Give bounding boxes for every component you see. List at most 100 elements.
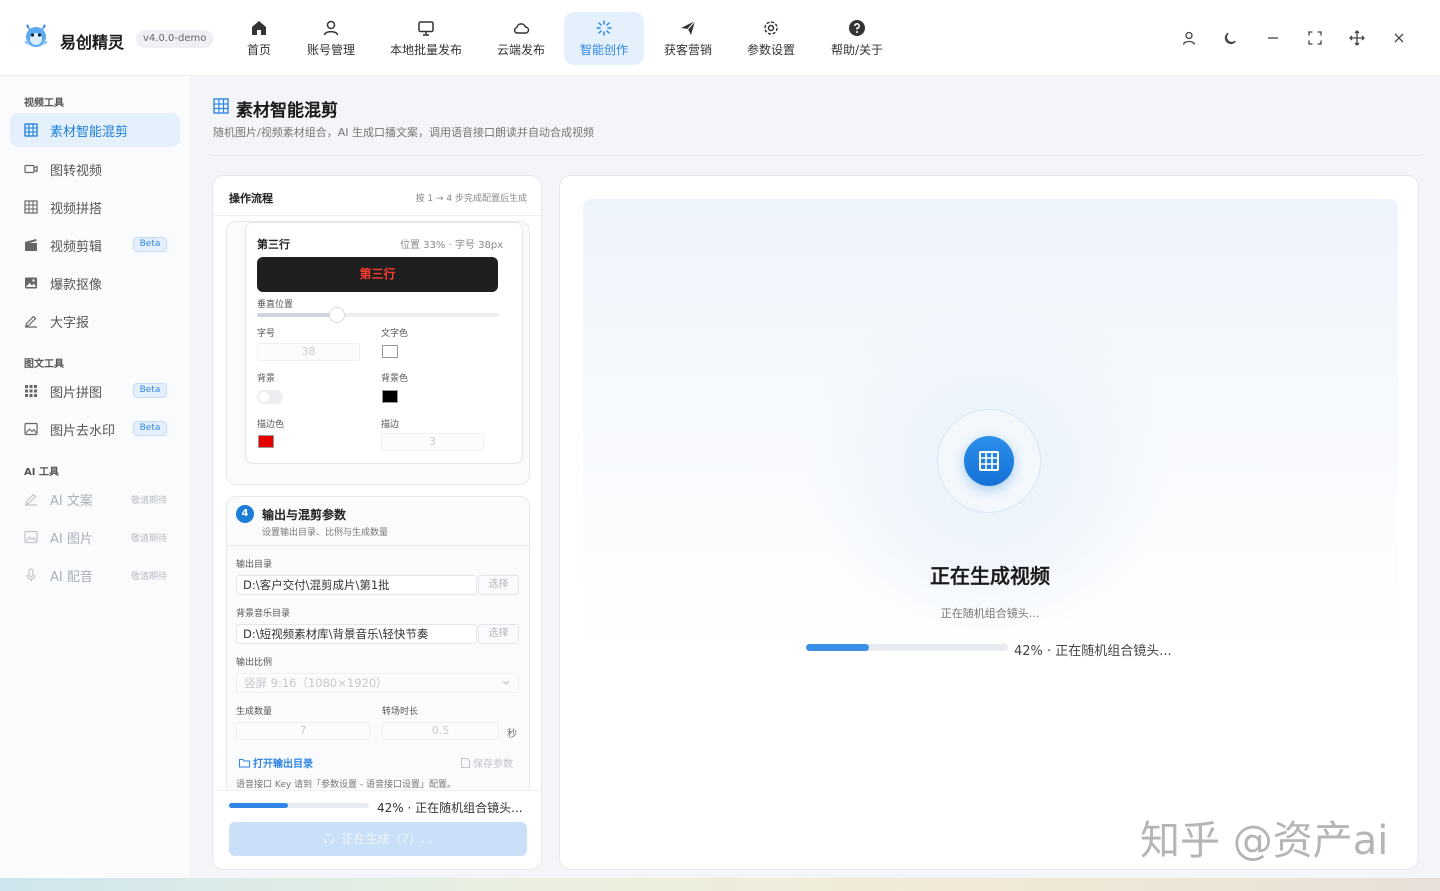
stroke-label: 描边	[381, 420, 400, 430]
folder-icon	[239, 758, 250, 768]
transition-label: 转场时长	[382, 707, 419, 717]
vpos-slider-handle[interactable]	[329, 307, 345, 323]
page-subtitle: 随机图片/视频素材组合，AI 生成口播文案，调用语音接口朗读并自动合成视频	[213, 126, 594, 139]
coming-soon-label: 敬请期待	[131, 572, 168, 582]
sparkle-icon	[595, 19, 613, 41]
open-output-dir-link[interactable]: 打开输出目录	[239, 755, 313, 770]
nav-cloud-publish[interactable]: 云端发布	[490, 12, 552, 65]
sidebar-item-ai-voice: AI 配音 敬请期待	[10, 558, 180, 592]
generating-status: 正在随机组合镜头...	[940, 607, 1040, 620]
output-dir-pick-button[interactable]: 选择	[478, 575, 519, 595]
sidebar-item-big-poster[interactable]: 大字报	[10, 304, 180, 338]
flow-hint: 按 1 → 4 步完成配置后生成	[415, 194, 527, 204]
nav-settings[interactable]: 参数设置	[738, 12, 804, 65]
save-params-button[interactable]: 保存参数	[461, 755, 513, 770]
minimize-icon[interactable]	[1252, 26, 1294, 50]
nav-label: 帮助/关于	[830, 43, 884, 57]
count-label: 生成数量	[236, 707, 273, 717]
gear-icon	[762, 19, 780, 41]
flow-progress-text: 42% · 正在随机组合镜头...	[377, 801, 523, 815]
stroke-width-input[interactable]: 3	[381, 433, 484, 451]
nav-home[interactable]: 首页	[228, 12, 290, 65]
music-dir-pick-button[interactable]: 选择	[478, 624, 519, 644]
nav-label: 参数设置	[746, 43, 795, 57]
generate-button[interactable]: 正在生成（7）...	[229, 822, 527, 856]
sidebar-item-label: AI 文案	[50, 493, 93, 509]
clapper-icon	[24, 238, 38, 252]
sidebar-item-label: 图片去水印	[50, 423, 116, 439]
text-color-swatch[interactable]	[382, 345, 398, 358]
moon-icon[interactable]	[1210, 26, 1252, 50]
app-logo-icon	[20, 20, 52, 52]
nav-marketing[interactable]: 获客营销	[657, 12, 719, 65]
nav-local-publish[interactable]: 本地批量发布	[380, 12, 472, 65]
step4-card	[226, 496, 530, 796]
bg-color-label: 背景色	[381, 374, 409, 384]
vpos-label: 垂直位置	[257, 300, 294, 310]
fullscreen-icon[interactable]	[1294, 26, 1336, 50]
stroke-color-swatch[interactable]	[258, 435, 274, 448]
output-dir-input[interactable]: D:\客户交付\混剪成片\第1批	[236, 575, 477, 595]
version-badge: v4.0.0-demo	[136, 30, 214, 48]
sidebar-item-remove-watermark[interactable]: 图片去水印 Beta	[10, 412, 180, 446]
sidebar-item-label: 视频拼搭	[50, 201, 103, 217]
ratio-value: 竖屏 9:16（1080×1920）	[244, 676, 388, 690]
nav-label: 本地批量发布	[389, 43, 462, 57]
sidebar-item-image-to-video[interactable]: 图转视频	[10, 152, 180, 186]
app-name: 易创精灵	[60, 33, 125, 52]
generating-title: 正在生成视频	[930, 564, 1050, 588]
font-size-label: 字号	[257, 329, 276, 339]
coming-soon-label: 敬请期待	[131, 534, 168, 544]
row3-preview: 第三行	[257, 257, 498, 292]
font-size-input[interactable]: 38	[257, 343, 360, 361]
mic-icon	[24, 568, 38, 582]
dots-grid-icon	[24, 384, 38, 398]
sidebar-item-video-edit[interactable]: 视频剪辑 Beta	[10, 228, 180, 262]
nav-help[interactable]: 帮助/关于	[822, 12, 892, 65]
send-icon	[679, 19, 697, 41]
music-dir-input[interactable]: D:\短视频素材库\背景音乐\轻快节奏	[236, 624, 477, 644]
nav-smart-create[interactable]: 智能创作	[564, 12, 644, 65]
sidebar-item-label: 素材智能混剪	[50, 124, 129, 140]
sidebar-item-label: 图转视频	[50, 163, 103, 179]
sidebar-item-ai-copy: AI 文案 敬请期待	[10, 482, 180, 516]
output-dir-label: 输出目录	[236, 560, 273, 570]
vpos-slider-fill	[257, 313, 337, 317]
sidebar-item-image-collage[interactable]: 图片拼图 Beta	[10, 374, 180, 408]
close-icon[interactable]	[1378, 26, 1420, 50]
row3-title: 第三行	[257, 238, 290, 251]
step4-subtitle: 设置输出目录、比例与生成数量	[262, 528, 389, 538]
sidebar-item-label: 图片拼图	[50, 385, 103, 401]
nav-accounts[interactable]: 账号管理	[300, 12, 362, 65]
preview-progress-text: 42% · 正在随机组合镜头...	[1014, 644, 1172, 659]
sidebar-group-title: 图文工具	[24, 359, 64, 370]
top-bar: 易创精灵 v4.0.0-demo 首页 账号管理 本地批量发布 云端发布 智能创…	[0, 0, 1440, 76]
move-icon[interactable]	[1336, 26, 1378, 50]
image-icon	[24, 276, 38, 290]
nav-label: 首页	[246, 43, 271, 57]
spinner-icon	[323, 833, 335, 845]
flow-progress-fill	[229, 803, 288, 808]
file-icon	[461, 758, 470, 768]
sidebar-item-cutout[interactable]: 爆款抠像	[10, 266, 180, 300]
pen-icon	[24, 492, 38, 506]
taskbar-strip	[0, 878, 1440, 891]
user-icon	[322, 19, 340, 41]
bg-toggle[interactable]	[257, 390, 283, 404]
transition-input[interactable]: 0.5	[382, 722, 499, 740]
ratio-select[interactable]: 竖屏 9:16（1080×1920）	[236, 673, 519, 693]
sidebar-item-smart-mix[interactable]: 素材智能混剪	[10, 113, 180, 147]
sidebar-item-ai-image: AI 图片 敬请期待	[10, 520, 180, 554]
cloud-icon	[512, 19, 530, 41]
grid-icon	[24, 200, 38, 214]
count-input[interactable]: 7	[236, 722, 370, 740]
sidebar-item-video-splice[interactable]: 视频拼搭	[10, 190, 180, 224]
nav-label: 获客营销	[663, 43, 712, 57]
sidebar-group-title: 视频工具	[24, 98, 64, 109]
user-icon[interactable]	[1168, 26, 1210, 50]
home-icon	[250, 19, 268, 41]
divider	[212, 155, 1419, 156]
coming-soon-label: 敬请期待	[131, 496, 168, 506]
bg-color-swatch[interactable]	[382, 390, 398, 403]
preview-progress-fill	[806, 644, 869, 651]
